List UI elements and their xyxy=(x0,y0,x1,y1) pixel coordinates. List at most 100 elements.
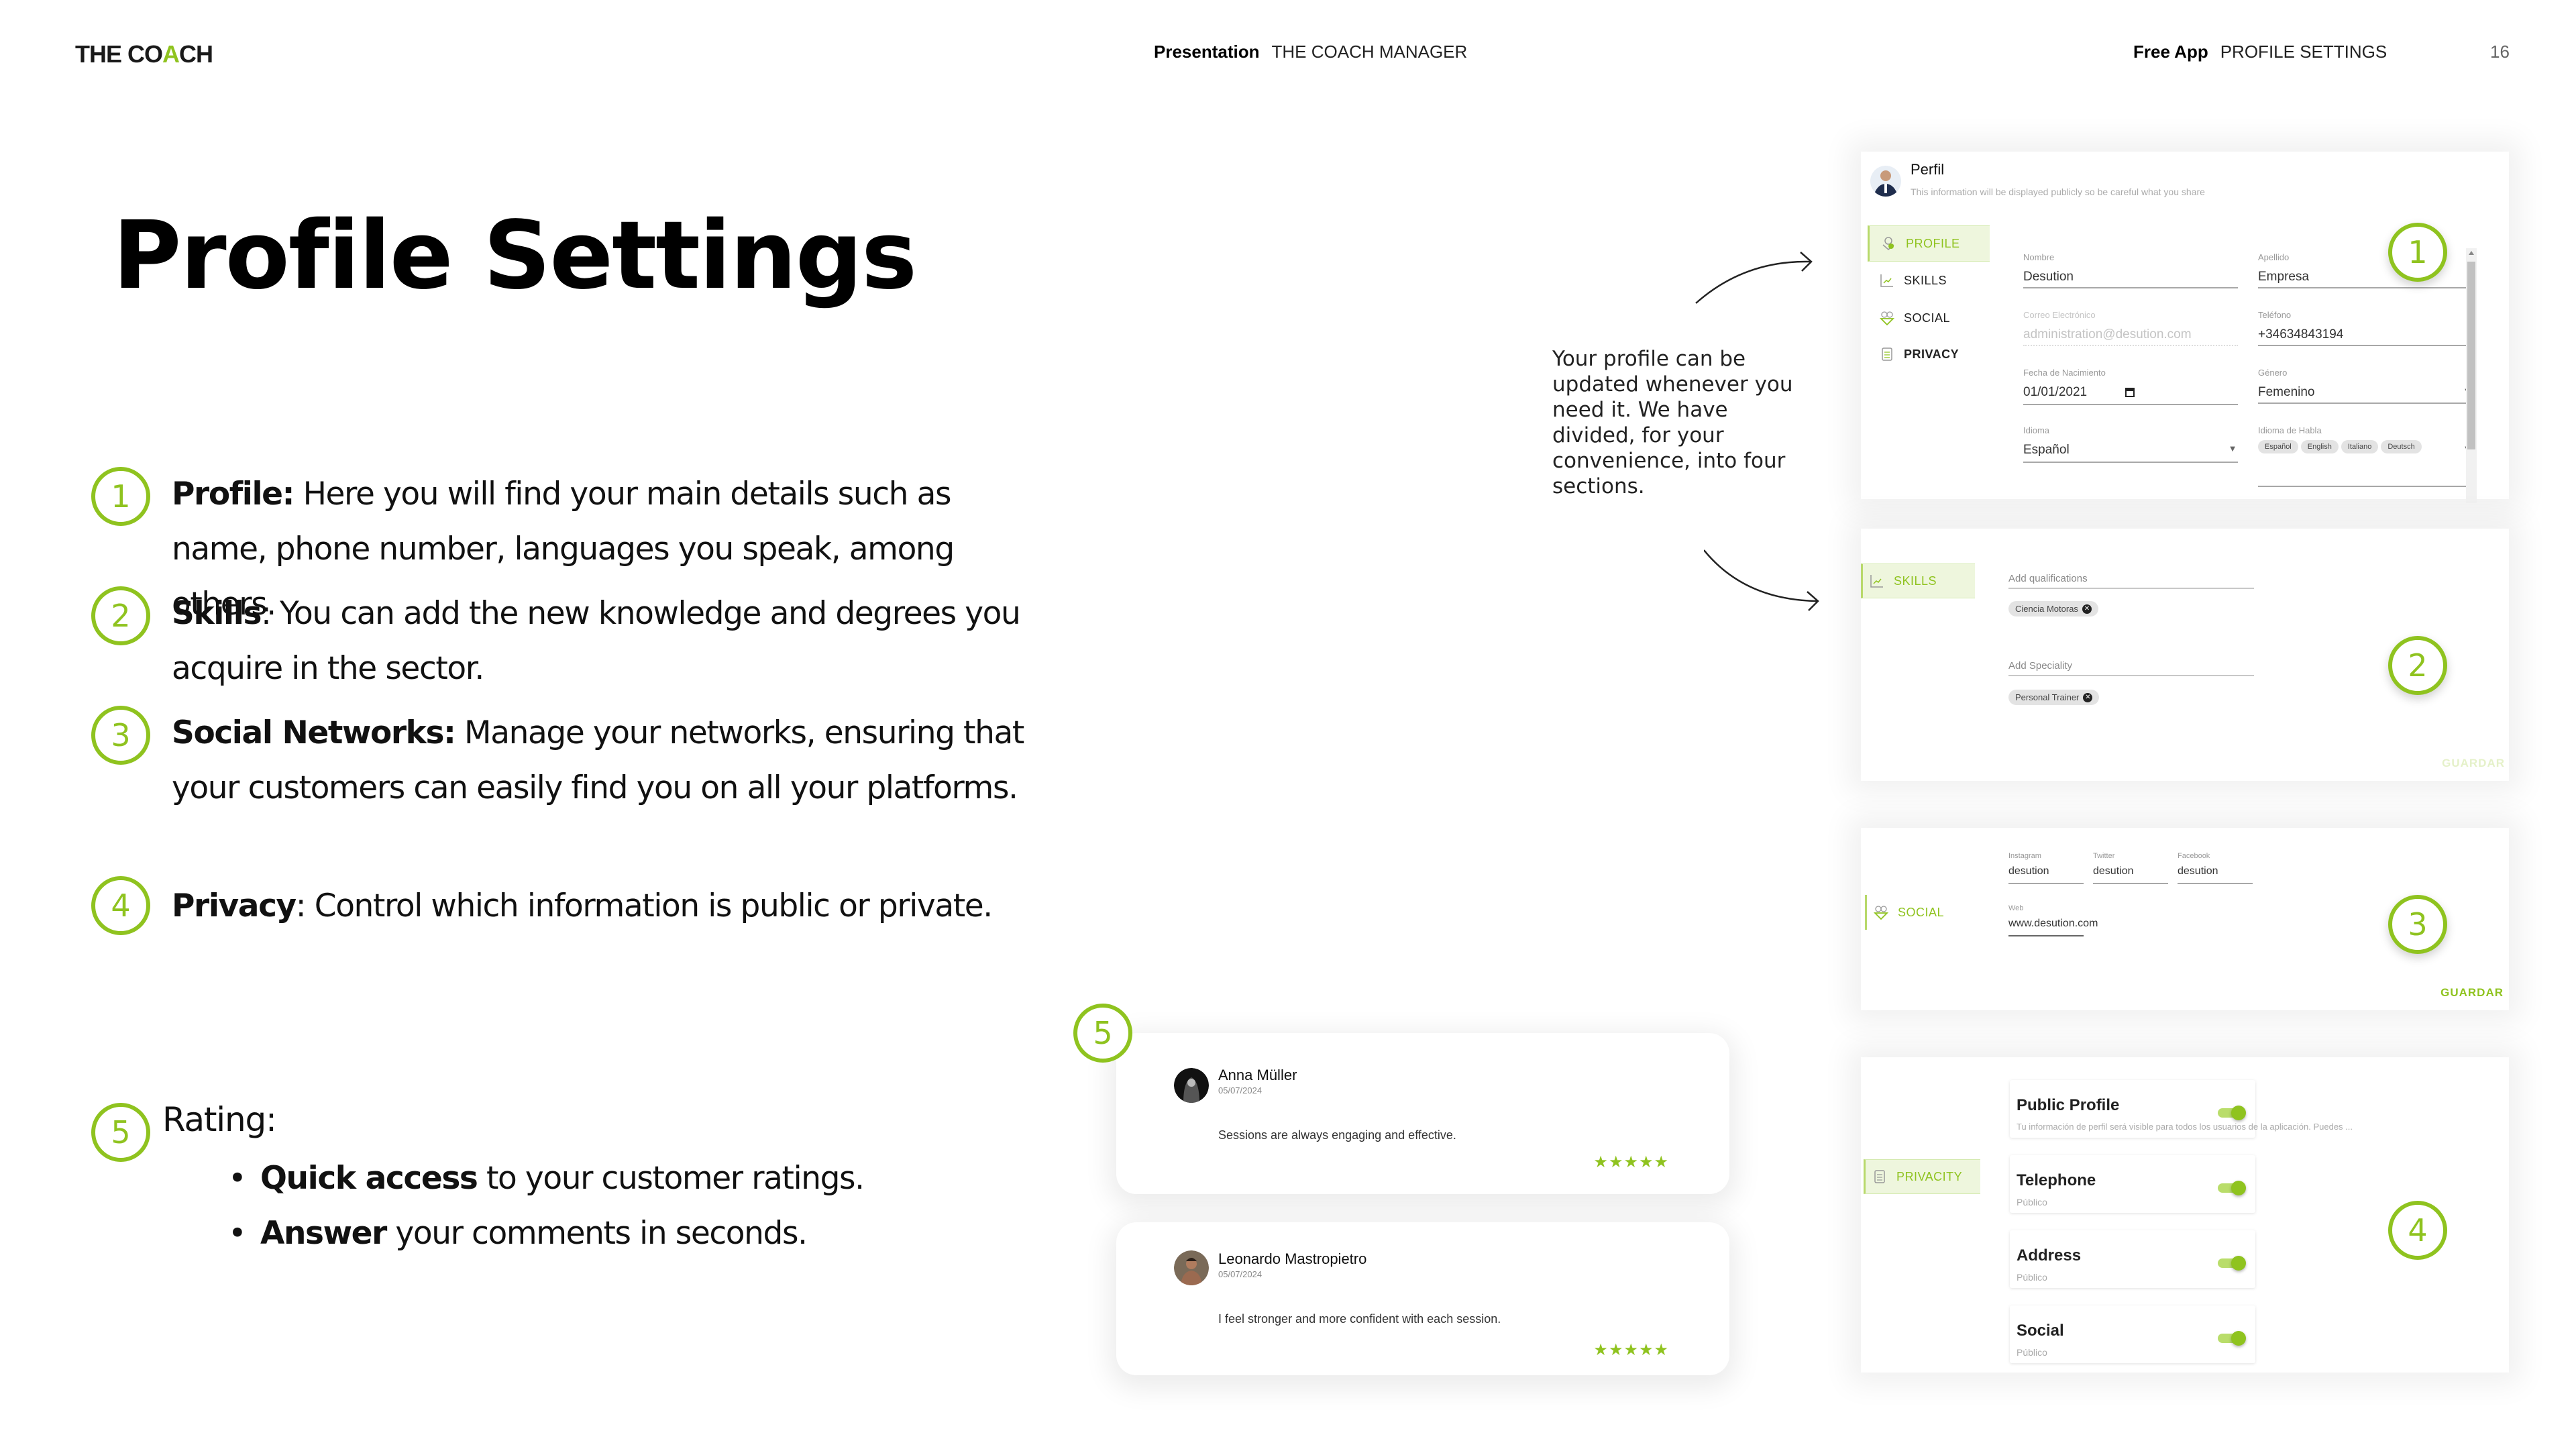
field-value: Desution xyxy=(2023,270,2074,284)
nav-social[interactable]: SOCIAL xyxy=(1870,303,1950,333)
scroll-up-icon[interactable] xyxy=(2469,251,2474,255)
telefono-field[interactable]: Teléfono +34634843194 xyxy=(2258,310,2473,346)
chip-label: Personal Trainer xyxy=(2015,692,2080,702)
number-badge-3-overlay: 3 xyxy=(2388,895,2447,954)
brand-logo: THE COACH xyxy=(75,40,213,68)
speciality-input[interactable]: Add Speciality xyxy=(2008,660,2254,676)
save-button[interactable]: GUARDAR xyxy=(2442,757,2505,770)
language-chip[interactable]: Italiano xyxy=(2341,440,2379,453)
item-description: : Control which information is public or… xyxy=(295,888,993,924)
section-label: Free App xyxy=(2133,42,2208,62)
profile-scrollbar[interactable] xyxy=(2466,248,2477,503)
remove-icon[interactable]: ✕ xyxy=(2082,604,2092,614)
number-badge-3: 3 xyxy=(91,706,150,765)
nav-label: SOCIAL xyxy=(1898,905,1945,919)
telephone-toggle[interactable] xyxy=(2218,1181,2246,1195)
page-title: Profile Settings xyxy=(113,201,917,311)
reviewer-name: Leonardo Mastropietro xyxy=(1218,1250,1367,1267)
user-icon xyxy=(1882,237,1894,250)
language-chip[interactable]: Deutsch xyxy=(2381,440,2422,453)
item-heading: Skills xyxy=(172,595,262,632)
nav-label: SKILLS xyxy=(1894,574,1937,588)
field-value: desution xyxy=(2093,865,2134,877)
genero-select[interactable]: GéneroFemenino▼ xyxy=(2258,368,2473,404)
star-rating: ★★★★★ xyxy=(1593,1152,1669,1171)
item-social: Social Networks: Manage your networks, e… xyxy=(172,706,1044,816)
setting-title: Address xyxy=(2017,1246,2082,1265)
language-chip[interactable]: English xyxy=(2300,440,2339,453)
nav-profile[interactable]: PROFILE xyxy=(1868,225,1990,262)
nav-social-active[interactable]: SOCIAL xyxy=(1865,895,1944,930)
chart-icon xyxy=(1880,274,1893,287)
nav-label: SKILLS xyxy=(1904,273,1947,287)
presentation-value: THE COACH MANAGER xyxy=(1271,42,1468,62)
nav-privacy-active[interactable]: PRIVACITY xyxy=(1864,1159,1980,1194)
bullet-text: your comments in seconds. xyxy=(386,1215,808,1252)
nombre-field[interactable]: Nombre Desution xyxy=(2023,252,2238,288)
field-value: Femenino xyxy=(2258,385,2315,399)
field-value: Empresa xyxy=(2258,270,2310,284)
field-label: Correo Electrónico xyxy=(2023,310,2096,320)
idioma-habla-select[interactable]: Idioma de Habla Español English Italiano… xyxy=(2258,425,2473,487)
qualification-chip[interactable]: Ciencia Motoras ✕ xyxy=(2008,601,2098,616)
panel-subtitle: This information will be displayed publi… xyxy=(1911,186,2205,197)
calendar-icon[interactable] xyxy=(2125,386,2135,397)
nav-privacy[interactable]: PRIVACY xyxy=(1870,339,1959,369)
rating-title: Rating: xyxy=(162,1100,277,1139)
section-value: PROFILE SETTINGS xyxy=(2220,42,2387,62)
setting-subtitle: Público xyxy=(2017,1197,2047,1208)
save-button[interactable]: GUARDAR xyxy=(2440,986,2504,1000)
setting-subtitle: Tu información de perfil será visible pa… xyxy=(2017,1122,2353,1132)
bullet-item: Answer your comments in seconds. xyxy=(228,1206,864,1261)
privacy-setting-telephone: Telephone Público xyxy=(2010,1155,2255,1213)
nav-skills-active[interactable]: SKILLS xyxy=(1861,564,1975,598)
field-label: Apellido xyxy=(2258,252,2290,262)
bullet-heading: Answer xyxy=(260,1215,387,1252)
nav-label: SOCIAL xyxy=(1904,311,1951,325)
field-label: Idioma xyxy=(2023,425,2050,435)
field-value: +34634843194 xyxy=(2258,327,2344,341)
field-value: desution xyxy=(2178,865,2218,877)
field-label: Género xyxy=(2258,368,2288,378)
item-heading: Privacy xyxy=(172,888,297,924)
field-label: Facebook xyxy=(2178,852,2210,860)
public-profile-toggle[interactable] xyxy=(2218,1106,2246,1120)
review-date: 05/07/2024 xyxy=(1218,1269,1263,1279)
presentation-label: Presentation xyxy=(1154,42,1260,62)
nav-skills[interactable]: SKILLS xyxy=(1870,266,1947,295)
number-badge-4: 4 xyxy=(91,876,150,935)
nav-label: PRIVACITY xyxy=(1896,1169,1963,1183)
field-value: Español xyxy=(2023,443,2070,457)
bullet-heading: Quick access xyxy=(260,1160,478,1197)
scroll-thumb[interactable] xyxy=(2467,262,2475,449)
facebook-field[interactable]: Facebook desution xyxy=(2178,852,2253,884)
chip-label: Ciencia Motoras xyxy=(2015,604,2078,614)
instagram-field[interactable]: Instagram desution xyxy=(2008,852,2084,884)
field-value: administration@desution.com xyxy=(2023,327,2192,341)
qualifications-input[interactable]: Add qualifications xyxy=(2008,573,2254,589)
qualification-chips: Ciencia Motoras ✕ xyxy=(2008,601,2098,616)
field-label: Nombre xyxy=(2023,252,2055,262)
address-toggle[interactable] xyxy=(2218,1256,2246,1271)
idioma-select[interactable]: Idioma Español ▼ xyxy=(2023,425,2238,463)
input-placeholder: Add qualifications xyxy=(2008,573,2088,584)
social-toggle[interactable] xyxy=(2218,1331,2246,1346)
profile-panel: Perfil This information will be displaye… xyxy=(1861,152,2509,499)
setting-title: Telephone xyxy=(2017,1171,2096,1189)
star-rating: ★★★★★ xyxy=(1593,1340,1669,1359)
section-header: Free App PROFILE SETTINGS xyxy=(2133,42,2387,62)
birthdate-field[interactable]: Fecha de Nacimiento 01/01/2021 xyxy=(2023,368,2238,405)
item-description: : You can add the new knowledge and degr… xyxy=(172,595,1021,687)
web-field[interactable]: Web www.desution.com xyxy=(2008,904,2098,936)
remove-icon[interactable]: ✕ xyxy=(2083,692,2093,702)
twitter-field[interactable]: Twitter desution xyxy=(2093,852,2168,884)
speciality-chip[interactable]: Personal Trainer ✕ xyxy=(2008,690,2100,705)
logo-text: THE CO xyxy=(75,40,163,68)
review-card: Leonardo Mastropietro 05/07/2024 I feel … xyxy=(1116,1222,1729,1375)
nav-label: PROFILE xyxy=(1906,236,1960,250)
review-card: Anna Müller 05/07/2024 Sessions are alwa… xyxy=(1116,1033,1729,1194)
callout-text: Your profile can be updated whenever you… xyxy=(1552,347,1793,498)
review-date: 05/07/2024 xyxy=(1218,1085,1263,1095)
language-chip[interactable]: Español xyxy=(2258,440,2298,453)
arrow-up-icon xyxy=(1695,252,1813,304)
